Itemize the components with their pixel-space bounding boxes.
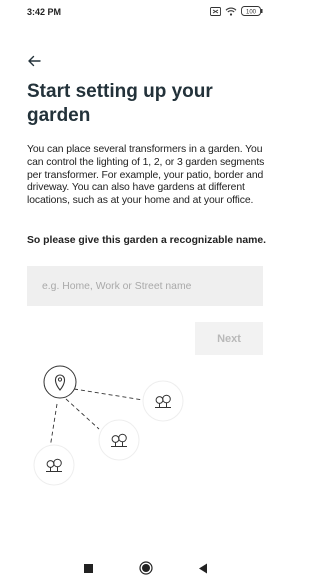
back-button[interactable] bbox=[27, 52, 45, 70]
garden-node-1 bbox=[142, 380, 184, 422]
arrow-left-icon bbox=[28, 55, 41, 67]
status-time: 3:42 PM bbox=[27, 7, 62, 17]
garden-name-input[interactable] bbox=[27, 266, 263, 306]
triangle-left-icon[interactable] bbox=[198, 563, 208, 574]
circle-icon[interactable] bbox=[139, 561, 153, 575]
battery-level: 100 bbox=[246, 9, 257, 15]
square-icon[interactable] bbox=[84, 564, 93, 573]
wifi-icon bbox=[225, 7, 237, 16]
garden-node-3 bbox=[33, 444, 75, 486]
status-icons: 100 bbox=[210, 6, 263, 16]
status-bar: 3:42 PM 100 bbox=[0, 0, 281, 24]
locations-illustration bbox=[33, 365, 184, 486]
garden-name-prompt: So please give this garden a recognizabl… bbox=[27, 235, 267, 246]
system-nav-bar bbox=[0, 553, 281, 583]
battery-icon: 100 bbox=[241, 6, 263, 16]
location-node bbox=[43, 365, 77, 399]
next-button[interactable]: Next bbox=[195, 322, 263, 355]
page-title: Start setting up your garden bbox=[27, 81, 213, 126]
garden-node-2 bbox=[98, 419, 140, 461]
signal-icon bbox=[210, 6, 221, 16]
description-text: You can place several transformers in a … bbox=[27, 144, 265, 207]
